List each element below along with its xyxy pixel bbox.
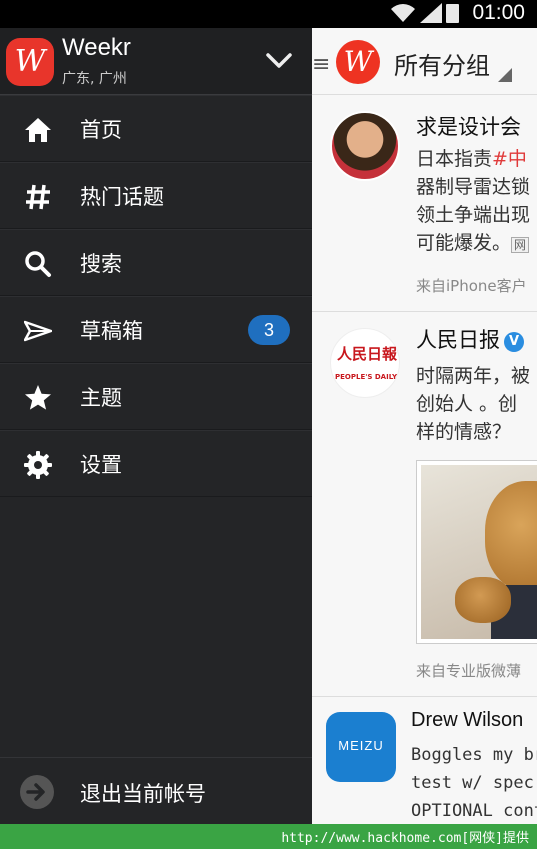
post-text-line: 样的情感？ [416, 421, 512, 443]
bear-head-shape [485, 481, 537, 591]
battery-icon [446, 4, 459, 23]
avatar-text: 人民日報 [337, 345, 398, 363]
nav-item-settings[interactable]: 设置 [0, 430, 312, 497]
nav-item-search[interactable]: 搜索 [0, 229, 312, 296]
nav-label: 热门话题 [80, 185, 164, 209]
verified-icon: V [504, 332, 524, 352]
account-location: 广东, 广州 [62, 71, 127, 87]
app-logo-icon: W [6, 38, 54, 86]
web-link-tag[interactable]: 网 [511, 237, 530, 253]
post-text-line: 时隔两年，被 [416, 365, 531, 387]
nav-label: 主题 [80, 386, 122, 410]
avatar-text: MEIZU [338, 738, 384, 753]
post-author[interactable]: 人民日报 V [416, 324, 524, 354]
bear-paw-shape [455, 577, 511, 623]
post-source: 来自专业版微薄 [416, 662, 522, 680]
app-logo-icon: W [336, 40, 380, 84]
post-text: 可能爆发。 [416, 232, 512, 254]
timeline-header: ≡ W 所有分组 [312, 28, 537, 95]
post-text-line: 创始人 。创 [416, 393, 518, 415]
home-icon [25, 118, 51, 142]
post-text-line: 可能爆发。网 [416, 229, 530, 259]
avatar[interactable]: 人民日報 PEOPLE'S DAILY [330, 328, 400, 398]
search-icon [25, 251, 51, 277]
group-selector[interactable]: 所有分组 [394, 46, 490, 81]
logout-label: 退出当前帐号 [80, 782, 206, 806]
avatar[interactable] [330, 111, 400, 181]
logout-button[interactable]: 退出当前帐号 [0, 757, 312, 824]
post-text-line: 器制导雷达锁 [416, 176, 531, 198]
nav-item-theme[interactable]: 主题 [0, 363, 312, 430]
banner-text: http://www.hackhome.com[网侠]提供 [281, 831, 529, 846]
hashtag-icon [26, 184, 50, 210]
post-text-line: 日本指责#中 [416, 145, 527, 173]
avatar-subtext: PEOPLE'S DAILY [335, 373, 398, 381]
nav-label: 搜索 [80, 252, 122, 276]
post-text-line: Boggles my bra [411, 745, 537, 765]
nav-label: 草稿箱 [80, 319, 143, 343]
post-text-line: OPTIONAL cont [411, 801, 537, 821]
send-icon [24, 320, 52, 342]
timeline-post[interactable]: 人民日報 PEOPLE'S DAILY 人民日报 V 时隔两年，被 创始人 。创 … [312, 312, 537, 697]
post-text-line: test w/ spec w [411, 773, 537, 793]
gear-icon [24, 451, 52, 479]
post-author[interactable]: Drew Wilson [411, 709, 523, 732]
post-author-name[interactable]: 人民日报 [416, 328, 500, 352]
navigation-drawer: W Weekr 广东, 广州 首页 热门话题 搜索 草稿箱 3 主题 设置 退出… [0, 28, 312, 824]
wifi-icon [391, 4, 415, 22]
nav-item-trending[interactable]: 热门话题 [0, 162, 312, 229]
account-name: Weekr [62, 34, 131, 61]
chevron-down-icon[interactable] [266, 52, 292, 70]
status-time: 01:00 [472, 1, 525, 24]
nav-label: 设置 [80, 453, 122, 477]
account-switcher[interactable]: W Weekr 广东, 广州 [0, 28, 312, 95]
post-image[interactable] [416, 460, 537, 644]
drafts-count-badge: 3 [248, 315, 290, 345]
post-author[interactable]: 求是设计会 [416, 111, 521, 141]
nav-item-drafts[interactable]: 草稿箱 3 [0, 296, 312, 363]
logout-icon [20, 775, 54, 809]
source-banner: http://www.hackhome.com[网侠]提供 [0, 824, 537, 849]
teddy-bear-photo [421, 465, 537, 639]
avatar[interactable]: MEIZU [326, 712, 396, 782]
signal-icon [420, 3, 442, 23]
post-text: 日本指责 [416, 148, 493, 170]
arrow-right-icon [26, 783, 45, 801]
hashtag-link[interactable]: #中 [492, 148, 527, 170]
nav-item-home[interactable]: 首页 [0, 95, 312, 162]
timeline-panel: ≡ W 所有分组 求是设计会 日本指责#中 器制导雷达锁 领土争端出现 可能爆发… [312, 28, 537, 824]
status-bar: 01:00 [0, 0, 537, 28]
menu-icon[interactable]: ≡ [312, 52, 330, 77]
post-text-line: 领土争端出现 [416, 204, 531, 226]
timeline-post[interactable]: MEIZU Drew Wilson Boggles my bra test w/… [312, 697, 537, 824]
dropdown-corner-icon [498, 68, 512, 82]
star-icon [25, 385, 51, 410]
post-source: 来自iPhone客户 [416, 277, 527, 295]
nav-label: 首页 [80, 118, 122, 142]
timeline-post[interactable]: 求是设计会 日本指责#中 器制导雷达锁 领土争端出现 可能爆发。网 来自iPho… [312, 95, 537, 312]
